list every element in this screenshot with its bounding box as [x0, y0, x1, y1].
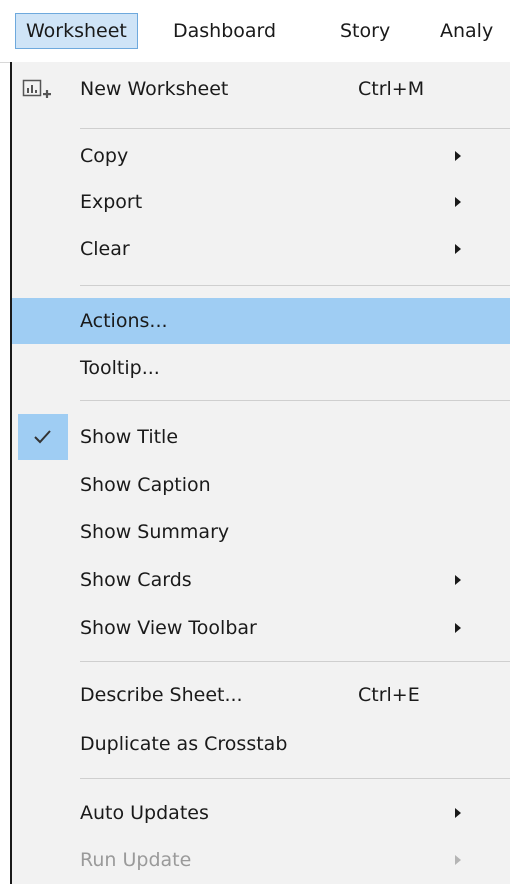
menu-item-label: Auto Updates — [80, 802, 209, 824]
menu-separator — [80, 285, 510, 286]
menu-item-show-title[interactable]: Show Title — [12, 414, 510, 460]
menubar-analysis[interactable]: Analy — [430, 13, 503, 49]
submenu-arrow-icon — [455, 197, 461, 207]
menubar-story[interactable]: Story — [330, 13, 400, 49]
menu-separator — [80, 661, 510, 662]
menu-item-label: Show Cards — [80, 569, 192, 591]
menu-item-show-caption[interactable]: Show Caption — [12, 462, 510, 508]
menu-item-label: Copy — [80, 145, 129, 167]
menu-item-duplicate-as-crosstab[interactable]: Duplicate as Crosstab — [12, 721, 510, 767]
menu-separator — [80, 128, 510, 129]
shortcut-label: Ctrl+E — [358, 684, 420, 706]
checkmark-icon — [18, 414, 68, 460]
menu-item-label: Show Caption — [80, 474, 211, 496]
menu-item-show-summary[interactable]: Show Summary — [12, 509, 510, 555]
menu-item-label: Show Title — [80, 426, 179, 448]
menubar-worksheet[interactable]: Worksheet — [15, 13, 138, 49]
menu-item-label: Tooltip... — [80, 357, 160, 379]
menu-item-actions[interactable]: Actions... — [12, 298, 510, 344]
submenu-arrow-icon — [455, 575, 461, 585]
menu-item-auto-updates[interactable]: Auto Updates — [12, 790, 510, 836]
menu-item-label: New Worksheet — [80, 78, 229, 100]
submenu-arrow-icon — [455, 808, 461, 818]
menu-item-label: Show View Toolbar — [80, 617, 257, 639]
menu-separator — [80, 400, 510, 401]
menu-item-clear[interactable]: Clear — [12, 226, 510, 272]
submenu-arrow-icon — [455, 623, 461, 633]
worksheet-dropdown-menu: New Worksheet Ctrl+M Copy Export Clear A… — [10, 62, 510, 884]
menu-separator — [80, 778, 510, 779]
menu-item-label: Clear — [80, 238, 130, 260]
menu-item-label: Export — [80, 191, 143, 213]
menu-bar: Worksheet Dashboard Story Analy — [0, 0, 510, 63]
menu-item-tooltip[interactable]: Tooltip... — [12, 345, 510, 391]
submenu-arrow-icon — [455, 855, 461, 865]
menu-item-label: Run Update — [80, 849, 192, 871]
submenu-arrow-icon — [455, 151, 461, 161]
shortcut-label: Ctrl+M — [358, 78, 425, 100]
menu-item-label: Show Summary — [80, 521, 230, 543]
menu-item-label: Describe Sheet... — [80, 684, 243, 706]
menu-item-show-cards[interactable]: Show Cards — [12, 557, 510, 603]
menu-item-label: Duplicate as Crosstab — [80, 733, 288, 755]
menu-item-run-update: Run Update — [12, 837, 510, 883]
menu-item-show-view-toolbar[interactable]: Show View Toolbar — [12, 605, 510, 651]
menu-item-copy[interactable]: Copy — [12, 133, 510, 179]
menu-item-label: Actions... — [80, 310, 168, 332]
submenu-arrow-icon — [455, 244, 461, 254]
menubar-dashboard[interactable]: Dashboard — [163, 13, 286, 49]
menu-item-new-worksheet[interactable]: New Worksheet Ctrl+M — [12, 66, 510, 112]
menu-item-describe-sheet[interactable]: Describe Sheet... Ctrl+E — [12, 672, 510, 718]
new-worksheet-icon — [22, 76, 52, 102]
menu-item-export[interactable]: Export — [12, 179, 510, 225]
